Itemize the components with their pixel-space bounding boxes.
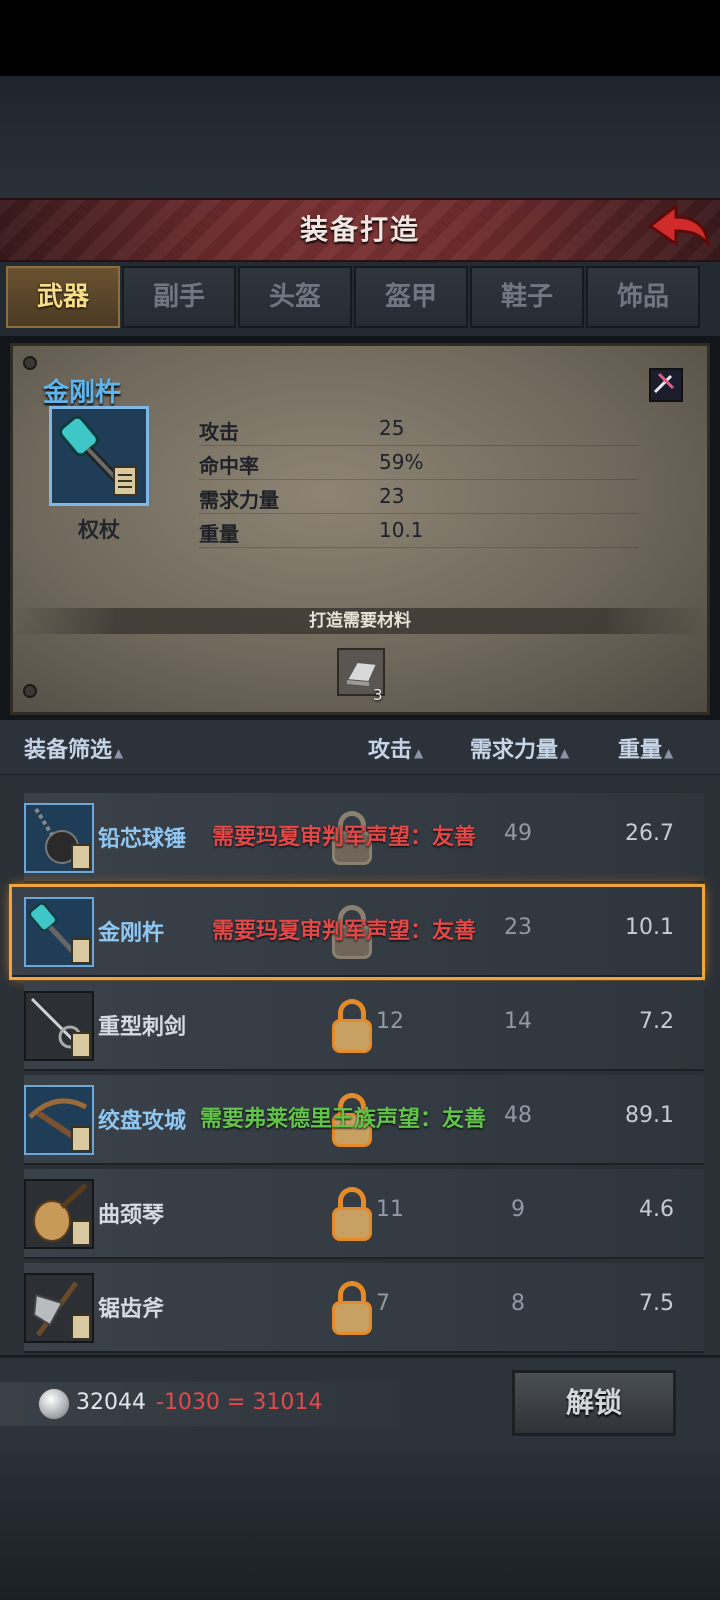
stat-label: 命中率 [199, 454, 259, 478]
item-strength: 49 [504, 821, 532, 846]
item-strength: 14 [504, 1009, 532, 1034]
list-item[interactable]: 曲颈琴 11 9 4.6 [24, 1169, 704, 1259]
top-background [0, 76, 720, 198]
sort-arrow-icon: ▲ [114, 746, 124, 760]
item-attack: 11 [376, 1197, 404, 1222]
sort-arrow-icon: ▲ [560, 746, 570, 760]
stat-row-accuracy: 命中率 59% [199, 446, 639, 480]
stat-row-attack: 攻击 25 [199, 412, 639, 446]
currency-balance: 32044 [76, 1390, 146, 1415]
rivet [23, 684, 37, 698]
attack-sort-button[interactable]: 攻击 ▲ [368, 732, 423, 764]
item-stats: 攻击 25 命中率 59% 需求力量 23 重量 10.1 [199, 412, 639, 548]
lock-icon [332, 1281, 372, 1337]
tab-accessory[interactable]: 饰品 [586, 266, 700, 328]
item-type: 权杖 [78, 518, 120, 542]
weight-sort-button[interactable]: 重量 ▲ [618, 732, 673, 764]
reputation-requirement: 需要弗莱德里王族声望：友善 [200, 1107, 487, 1132]
item-name: 铅芯球锤 [98, 827, 187, 852]
item-strength: 8 [511, 1291, 525, 1316]
currency-display: 32044 -1030 = 31014 [0, 1382, 400, 1426]
attack-label: 攻击 [368, 738, 413, 763]
page-title: 装备打造 [299, 213, 420, 246]
strength-sort-button[interactable]: 需求力量 ▲ [470, 732, 569, 764]
lock-icon [332, 999, 372, 1055]
stat-value: 10.1 [379, 518, 424, 542]
material-count: 3 [373, 686, 383, 704]
list-item[interactable]: 铅芯球锤 49 26.7 需要玛夏审判军声望：友善 [24, 793, 704, 883]
stat-row-strength: 需求力量 23 [199, 480, 639, 514]
currency-calculation: -1030 = 31014 [156, 1390, 323, 1415]
item-name: 曲颈琴 [98, 1203, 165, 1228]
stat-value: 25 [379, 416, 405, 440]
lock-icon [332, 1187, 372, 1243]
item-name: 锯齿斧 [98, 1297, 165, 1322]
list-header: 装备筛选 ▲ 攻击 ▲ 需求力量 ▲ 重量 ▲ [0, 720, 720, 775]
flail-icon [24, 803, 94, 873]
stat-label: 需求力量 [199, 488, 279, 512]
rivet [23, 356, 37, 370]
vajra-mace-icon [24, 897, 94, 967]
strength-label: 需求力量 [470, 738, 559, 763]
footer-bar: 32044 -1030 = 31014 解锁 [0, 1356, 720, 1452]
list-item-selected[interactable]: 金刚杵 23 10.1 需要玛夏审判军声望：友善 [9, 884, 705, 980]
item-weight: 10.1 [625, 915, 674, 940]
unlock-button[interactable]: 解锁 [512, 1370, 676, 1436]
item-weight: 26.7 [625, 821, 674, 846]
reputation-requirement: 需要玛夏审判军声望：友善 [212, 919, 477, 944]
back-button[interactable] [646, 200, 712, 252]
stat-value: 59% [379, 450, 424, 474]
sort-arrow-icon: ▲ [414, 746, 424, 760]
weight-label: 重量 [618, 738, 663, 763]
sort-arrow-icon: ▲ [664, 746, 674, 760]
item-name: 绞盘攻城 [98, 1109, 187, 1134]
item-weight: 7.2 [639, 1009, 674, 1034]
equipment-list[interactable]: 铅芯球锤 49 26.7 需要玛夏审判军声望：友善 金刚杵 23 10.1 需要… [0, 775, 720, 1355]
tab-weapon[interactable]: 武器 [6, 266, 120, 328]
title-banner: 装备打造 [0, 198, 720, 262]
item-strength: 23 [504, 915, 532, 940]
stat-value: 23 [379, 484, 405, 508]
stat-row-weight: 重量 10.1 [199, 514, 639, 548]
hammer-icon[interactable] [649, 368, 683, 402]
rapier-icon [24, 991, 94, 1061]
vajra-mace-icon [49, 406, 149, 506]
serrated-axe-icon [24, 1273, 94, 1343]
item-name: 重型刺剑 [98, 1015, 187, 1040]
tab-boots[interactable]: 鞋子 [470, 266, 584, 328]
materials-header: 打造需要材料 [13, 608, 707, 634]
item-name: 金刚杵 [98, 921, 165, 946]
item-weight: 4.6 [639, 1197, 674, 1222]
list-item[interactable]: 重型刺剑 12 14 7.2 [24, 981, 704, 1071]
item-attack: 12 [376, 1009, 404, 1034]
item-weight: 7.5 [639, 1291, 674, 1316]
category-tabs: 武器 副手 头盔 盔甲 鞋子 饰品 [0, 262, 720, 336]
stat-label: 重量 [199, 522, 239, 546]
back-arrow-icon [647, 202, 711, 249]
item-detail-panel: 金刚杵 权杖 攻击 25 命中率 59% 需求力量 23 重量 10.1 打造需… [10, 343, 710, 715]
filter-sort-button[interactable]: 装备筛选 ▲ [24, 732, 123, 764]
item-strength: 9 [511, 1197, 525, 1222]
item-strength: 48 [504, 1103, 532, 1128]
stat-label: 攻击 [199, 420, 239, 444]
crossbow-icon [24, 1085, 94, 1155]
lute-icon [24, 1179, 94, 1249]
tab-offhand[interactable]: 副手 [122, 266, 236, 328]
list-item[interactable]: 绞盘攻城 48 89.1 需要弗莱德里王族声望：友善 [24, 1075, 704, 1165]
item-attack: 7 [376, 1291, 390, 1316]
bottom-background [0, 1450, 720, 1600]
tab-helmet[interactable]: 头盔 [238, 266, 352, 328]
item-weight: 89.1 [625, 1103, 674, 1128]
list-item[interactable]: 锯齿斧 7 8 7.5 [24, 1263, 704, 1353]
status-bar [0, 0, 720, 76]
reputation-requirement: 需要玛夏审判军声望：友善 [212, 825, 477, 850]
tab-armor[interactable]: 盔甲 [354, 266, 468, 328]
filter-label: 装备筛选 [24, 738, 113, 763]
silver-coin-icon [38, 1388, 70, 1420]
item-name: 金刚杵 [43, 378, 122, 408]
